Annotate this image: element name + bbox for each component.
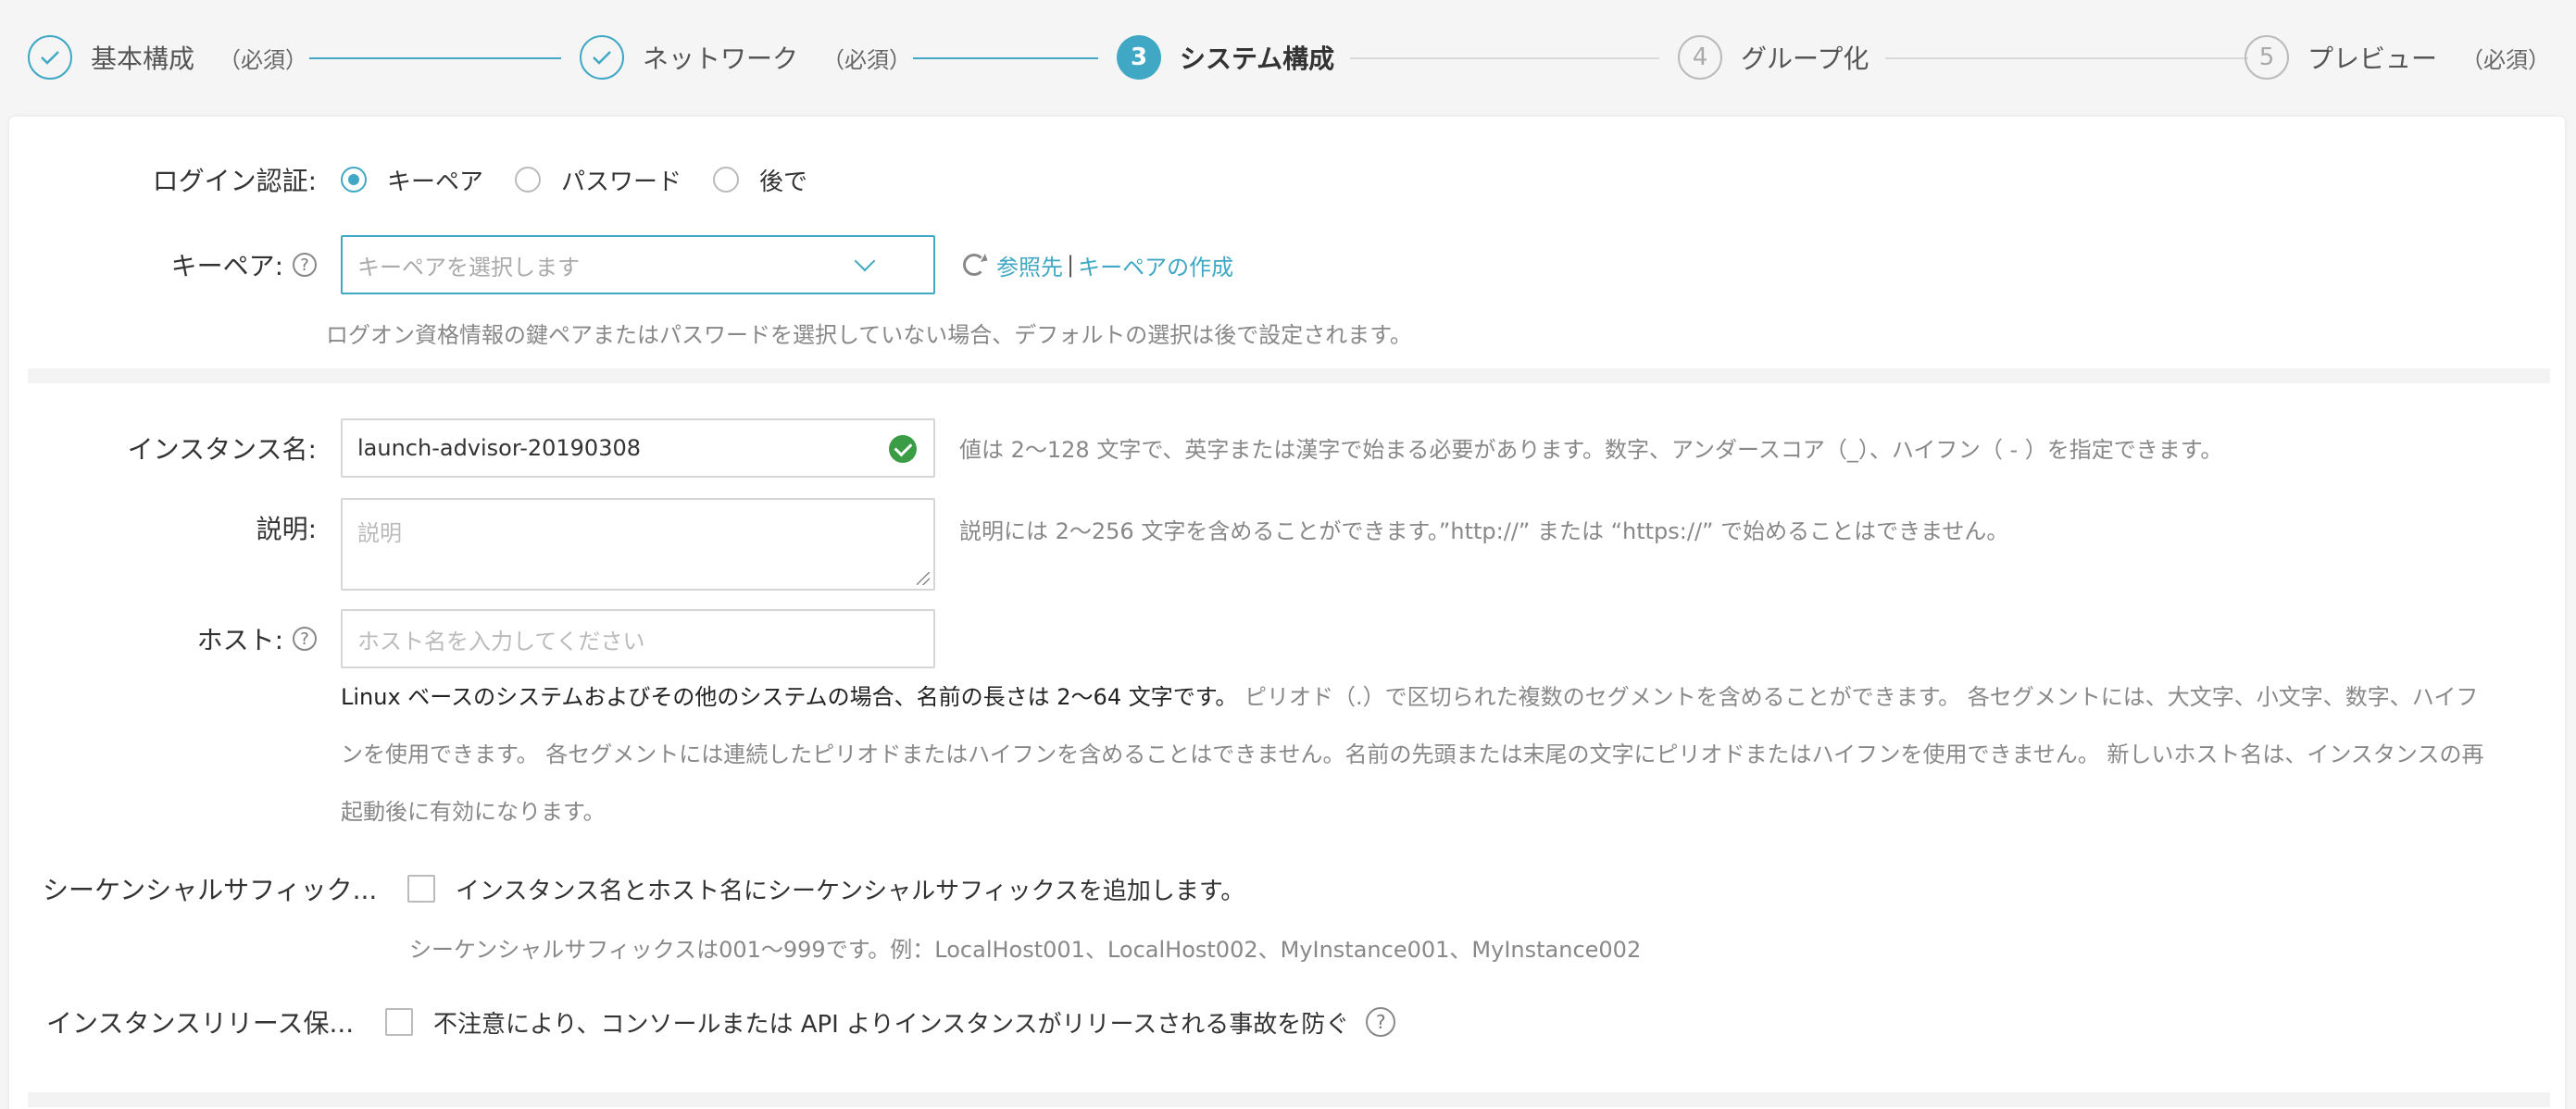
release-protection-checkbox-row[interactable]: 不注意により、コンソールまたは API よりインスタンスがリリースされる事故を防…	[385, 1003, 1396, 1040]
step-system-config[interactable]: 3 システム構成	[1117, 33, 1334, 81]
link-separator: |	[1067, 252, 1075, 278]
step-number: 4	[1678, 35, 1722, 80]
radio-password[interactable]: パスワード	[515, 163, 682, 197]
instance-name-label-text: インスタンス名:	[127, 434, 317, 465]
step-connector	[913, 57, 1098, 59]
wizard-steps: 基本構成 （必須） ネットワーク （必須） 3 システム構成 4 グループ化 5…	[0, 0, 2576, 115]
step-done-check-icon	[28, 35, 72, 80]
radio-label: パスワード	[561, 168, 682, 196]
help-icon[interactable]: ?	[293, 627, 317, 651]
step-label: 基本構成	[91, 44, 195, 74]
keypair-hint: ログオン資格情報の鍵ペアまたはパスワードを選択していない場合、デフォルトの選択は…	[326, 322, 1412, 348]
step-number: 3	[1117, 35, 1161, 80]
keypair-links: 参照先 | キーペアの作成	[963, 248, 1233, 281]
keypair-label-text: キーペア:	[170, 251, 283, 281]
keypair-select[interactable]: キーペアを選択します	[341, 235, 935, 294]
keypair-label: キーペア: ?	[46, 246, 317, 283]
step-number: 5	[2245, 35, 2289, 80]
step-basic-config[interactable]: 基本構成 （必須）	[28, 33, 307, 81]
sequential-suffix-checkbox-row[interactable]: インスタンス名とホスト名にシーケンシャルサフィックスを追加します。	[407, 870, 1244, 907]
host-label-text: ホスト:	[196, 625, 283, 655]
step-connector	[1885, 57, 2248, 59]
step-label: ネットワーク	[643, 44, 799, 74]
refresh-link[interactable]: 参照先	[996, 249, 1063, 281]
help-icon[interactable]: ?	[1366, 1007, 1396, 1037]
description-textarea[interactable]: 説明	[341, 498, 935, 591]
host-label: ホスト: ?	[46, 620, 317, 657]
step-connector	[309, 57, 561, 59]
radio-keypair[interactable]: キーペア	[341, 163, 483, 197]
section-divider	[28, 1092, 2550, 1107]
release-protection-label: インスタンスリリース保...	[46, 1003, 380, 1040]
instance-name-label: インスタンス名:	[46, 430, 317, 467]
refresh-icon[interactable]	[963, 254, 985, 276]
release-protection-checkbox[interactable]	[385, 1008, 413, 1036]
step-connector	[1350, 57, 1659, 59]
description-placeholder: 説明	[357, 520, 402, 546]
instance-name-input[interactable]: launch-advisor-20190308	[341, 418, 935, 478]
create-keypair-link[interactable]: キーペアの作成	[1078, 249, 1233, 281]
checkbox-label: 不注意により、コンソールまたは API よりインスタンスがリリースされる事故を防…	[433, 1010, 1350, 1039]
step-required-note: （必須）	[2461, 46, 2551, 73]
step-done-check-icon	[580, 35, 624, 80]
sequential-suffix-hint: シーケンシャルサフィックスは001～999です。例：LocalHost001、L…	[409, 937, 1642, 963]
description-label: 説明:	[46, 509, 317, 546]
radio-unchecked-icon	[515, 167, 542, 193]
step-label: プレビュー	[2307, 44, 2438, 74]
checkbox-label: インスタンス名とホスト名にシーケンシャルサフィックスを追加します。	[456, 877, 1245, 905]
system-config-card: ログイン認証: キーペア パスワード 後で キーペア: ? キーペアを選択します…	[9, 117, 2565, 1109]
description-label-text: 説明:	[256, 514, 317, 544]
instance-name-hint: 値は 2～128 文字で、英字または漢字で始まる必要があります。数字、アンダース…	[959, 437, 2223, 463]
radio-checked-icon	[341, 167, 367, 193]
sequential-suffix-label: シーケンシャルサフィック...	[43, 870, 387, 907]
host-hint: Linux ベースのシステムおよびその他のシステムの場合、名前の長さは 2～64…	[341, 668, 2489, 841]
login-auth-label-text: ログイン認証:	[152, 166, 317, 196]
step-grouping[interactable]: 4 グループ化	[1678, 33, 1869, 81]
login-auth-radio-group: キーペア パスワード 後で	[341, 161, 839, 198]
chevron-down-icon	[854, 250, 876, 272]
host-placeholder: ホスト名を入力してください	[357, 628, 645, 654]
host-hint-strong: Linux ベースのシステムおよびその他のシステムの場合、名前の長さは 2～64…	[341, 684, 1238, 710]
description-hint: 説明には 2～256 文字を含めることができます。”http://” または “…	[959, 518, 2009, 544]
step-label: グループ化	[1741, 44, 1869, 74]
radio-label: キーペア	[387, 168, 484, 196]
step-label: システム構成	[1180, 44, 1335, 74]
step-network[interactable]: ネットワーク （必須）	[580, 33, 911, 81]
section-divider	[28, 368, 2550, 383]
help-icon[interactable]: ?	[293, 253, 317, 277]
sequential-suffix-label-text: シーケンシャルサフィック...	[43, 875, 378, 905]
step-required-note: （必須）	[822, 46, 912, 73]
release-protection-label-text: インスタンスリリース保...	[46, 1008, 355, 1039]
sequential-suffix-checkbox[interactable]	[407, 875, 435, 903]
keypair-select-placeholder: キーペアを選択します	[357, 254, 580, 280]
radio-unchecked-icon	[713, 167, 740, 193]
resize-handle-icon[interactable]	[917, 572, 930, 585]
valid-check-icon	[889, 435, 917, 463]
host-input[interactable]: ホスト名を入力してください	[341, 609, 935, 668]
step-required-note: （必須）	[219, 46, 308, 73]
login-auth-label: ログイン認証:	[46, 161, 317, 198]
step-preview[interactable]: 5 プレビュー （必須）	[2245, 33, 2550, 81]
instance-name-value: launch-advisor-20190308	[357, 435, 642, 461]
radio-later[interactable]: 後で	[713, 163, 807, 197]
radio-label: 後で	[759, 168, 808, 196]
